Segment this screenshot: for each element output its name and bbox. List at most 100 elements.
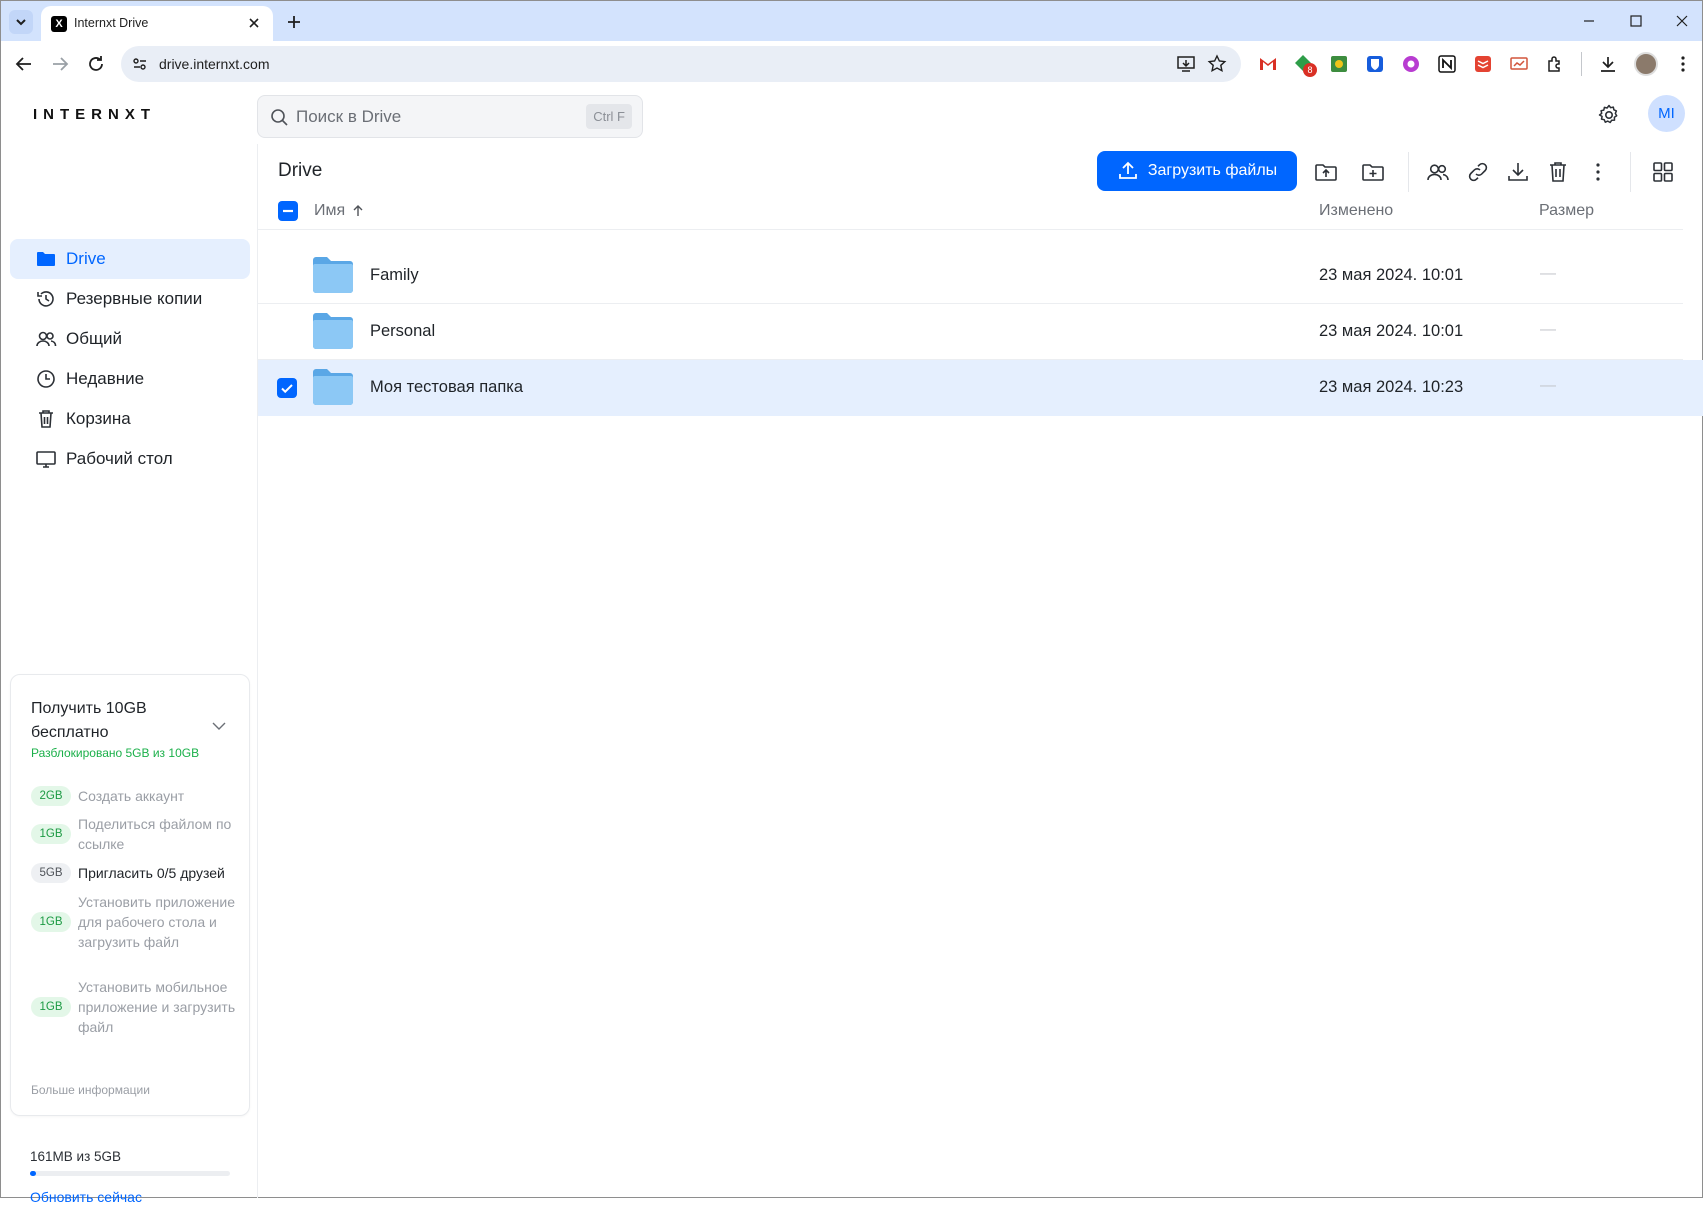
maximize-icon[interactable] bbox=[1626, 11, 1646, 31]
reload-icon[interactable] bbox=[85, 53, 107, 75]
gear-icon[interactable] bbox=[1597, 103, 1621, 127]
more-vertical-icon[interactable] bbox=[1586, 160, 1610, 184]
sidebar: Drive Резервные копии Общий Недавние Кор… bbox=[1, 144, 258, 1205]
downloads-icon[interactable] bbox=[1598, 54, 1618, 74]
link-icon[interactable] bbox=[1466, 160, 1490, 184]
table-row-selected[interactable]: Моя тестовая папка 23 мая 2024. 10:23 — bbox=[258, 360, 1703, 416]
download-icon[interactable] bbox=[1506, 160, 1530, 184]
forward-arrow-icon[interactable] bbox=[49, 53, 71, 75]
sidebar-item-backups[interactable]: Резервные копии bbox=[10, 279, 250, 319]
extension-count-badge: 8 bbox=[1303, 63, 1317, 77]
column-header-modified[interactable]: Изменено bbox=[1319, 202, 1393, 220]
minimize-icon[interactable] bbox=[1579, 11, 1599, 31]
sidebar-item-recent[interactable]: Недавние bbox=[10, 359, 250, 399]
search-placeholder: Поиск в Drive bbox=[296, 107, 402, 126]
toolbar-divider bbox=[1408, 152, 1409, 192]
task-text: Пригласить 0/5 друзей bbox=[78, 865, 225, 881]
extensions-puzzle-icon[interactable] bbox=[1545, 54, 1565, 74]
column-header-name[interactable]: Имя bbox=[314, 202, 366, 220]
search-input[interactable]: Поиск в Drive Ctrl F bbox=[257, 95, 643, 138]
task-badge: 5GB bbox=[31, 863, 71, 883]
upload-icon bbox=[1118, 161, 1137, 179]
checkmark-icon bbox=[281, 384, 293, 394]
sidebar-item-label: Недавние bbox=[66, 369, 145, 388]
tab-strip: X Internxt Drive bbox=[1, 1, 1702, 41]
back-arrow-icon[interactable] bbox=[13, 53, 35, 75]
browser-toolbar: drive.internxt.com 8 bbox=[1, 41, 1702, 88]
window-close-icon[interactable] bbox=[1672, 11, 1692, 31]
upload-files-button[interactable]: Загрузить файлы bbox=[1097, 151, 1297, 191]
notion-extension-icon[interactable] bbox=[1437, 54, 1457, 74]
more-vertical-icon[interactable] bbox=[1673, 54, 1693, 74]
share-users-icon[interactable] bbox=[1426, 160, 1450, 184]
extension-badge-button[interactable]: 8 bbox=[1293, 53, 1317, 77]
sidebar-item-desktop[interactable]: Рабочий стол bbox=[10, 439, 250, 479]
row-name: Personal bbox=[370, 322, 436, 340]
folder-icon bbox=[313, 369, 353, 405]
sidebar-item-shared[interactable]: Общий bbox=[10, 319, 250, 359]
address-bar[interactable]: drive.internxt.com bbox=[121, 46, 1241, 82]
task-badge: 2GB bbox=[31, 786, 71, 806]
folder-icon bbox=[313, 257, 353, 293]
sidebar-item-label: Общий bbox=[66, 329, 122, 348]
user-avatar[interactable]: MI bbox=[1648, 95, 1685, 132]
trash-icon[interactable] bbox=[1546, 160, 1570, 184]
screen-extension-icon[interactable] bbox=[1509, 54, 1529, 74]
promo-task: 1GB Установить приложение для рабочего с… bbox=[31, 892, 241, 952]
promo-subtitle: Разблокировано 5GB из 10GB bbox=[31, 746, 200, 760]
new-folder-icon[interactable] bbox=[1361, 160, 1385, 184]
storage-usage-fill bbox=[30, 1171, 37, 1176]
close-icon[interactable] bbox=[245, 14, 263, 32]
sidebar-item-label: Корзина bbox=[66, 409, 131, 428]
sort-ascending-icon bbox=[353, 205, 363, 216]
gmail-extension-icon[interactable] bbox=[1258, 55, 1278, 73]
sidebar-item-label: Резервные копии bbox=[66, 289, 203, 308]
browser-tab[interactable]: X Internxt Drive bbox=[41, 6, 273, 41]
row-checkbox[interactable] bbox=[277, 378, 297, 398]
new-tab-plus-icon[interactable] bbox=[284, 12, 304, 32]
clock-icon bbox=[37, 370, 55, 388]
toolbar-divider bbox=[1630, 152, 1631, 192]
bookmark-star-icon[interactable] bbox=[1207, 54, 1227, 74]
column-header-size[interactable]: Размер bbox=[1539, 202, 1594, 220]
install-app-icon[interactable] bbox=[1176, 54, 1196, 74]
bitwarden-extension-icon[interactable] bbox=[1365, 54, 1385, 74]
internxt-app: INTERNXT Поиск в Drive Ctrl F MI Drive Р… bbox=[0, 87, 1703, 1205]
toolbar-separator bbox=[1581, 52, 1582, 76]
upgrade-link[interactable]: Обновить сейчас bbox=[30, 1189, 142, 1205]
promo-task: 1GB Установить мобильное приложение и за… bbox=[31, 977, 241, 1037]
more-info-link[interactable]: Больше информации bbox=[31, 1083, 150, 1097]
site-settings-icon[interactable] bbox=[131, 55, 149, 73]
internxt-favicon-icon: X bbox=[51, 16, 67, 32]
promo-title: Получить 10GB бесплатно bbox=[31, 700, 147, 741]
tab-search-button[interactable] bbox=[9, 10, 33, 34]
folder-icon bbox=[313, 313, 353, 349]
promo-task[interactable]: 5GB Пригласить 0/5 друзей bbox=[31, 863, 241, 883]
search-shortcut-hint: Ctrl F bbox=[586, 104, 632, 129]
row-name: Family bbox=[370, 266, 419, 284]
grid-view-icon[interactable] bbox=[1651, 160, 1675, 184]
task-badge: 1GB bbox=[31, 912, 71, 932]
select-all-checkbox[interactable] bbox=[278, 201, 298, 221]
search-icon bbox=[271, 109, 288, 126]
file-list-header: Имя Изменено Размер bbox=[258, 190, 1683, 230]
column-name-label: Имя bbox=[314, 202, 346, 219]
url-text: drive.internxt.com bbox=[159, 56, 270, 72]
row-modified: 23 мая 2024. 10:23 bbox=[1319, 378, 1464, 396]
internxt-logo[interactable]: INTERNXT bbox=[33, 106, 156, 123]
task-text: Установить мобильное приложение и загруз… bbox=[78, 979, 236, 1035]
table-row[interactable]: Personal 23 мая 2024. 10:01 — bbox=[258, 304, 1703, 360]
todoist-extension-icon[interactable] bbox=[1473, 54, 1493, 74]
upload-folder-icon[interactable] bbox=[1314, 160, 1338, 184]
desktop-icon bbox=[36, 451, 56, 468]
profile-avatar[interactable] bbox=[1634, 52, 1658, 76]
sidebar-item-trash[interactable]: Корзина bbox=[10, 399, 250, 439]
purple-extension-icon[interactable] bbox=[1401, 54, 1421, 74]
upload-files-label: Загрузить файлы bbox=[1147, 162, 1278, 179]
sidebar-item-drive[interactable]: Drive bbox=[10, 239, 250, 279]
chevron-down-icon[interactable] bbox=[211, 718, 227, 734]
picture-extension-icon[interactable] bbox=[1329, 54, 1349, 74]
browser-chrome: X Internxt Drive drive.internxt.com 8 bbox=[0, 0, 1703, 88]
table-row[interactable]: Family 23 мая 2024. 10:01 — bbox=[258, 248, 1703, 304]
row-size: — bbox=[1540, 265, 1556, 282]
